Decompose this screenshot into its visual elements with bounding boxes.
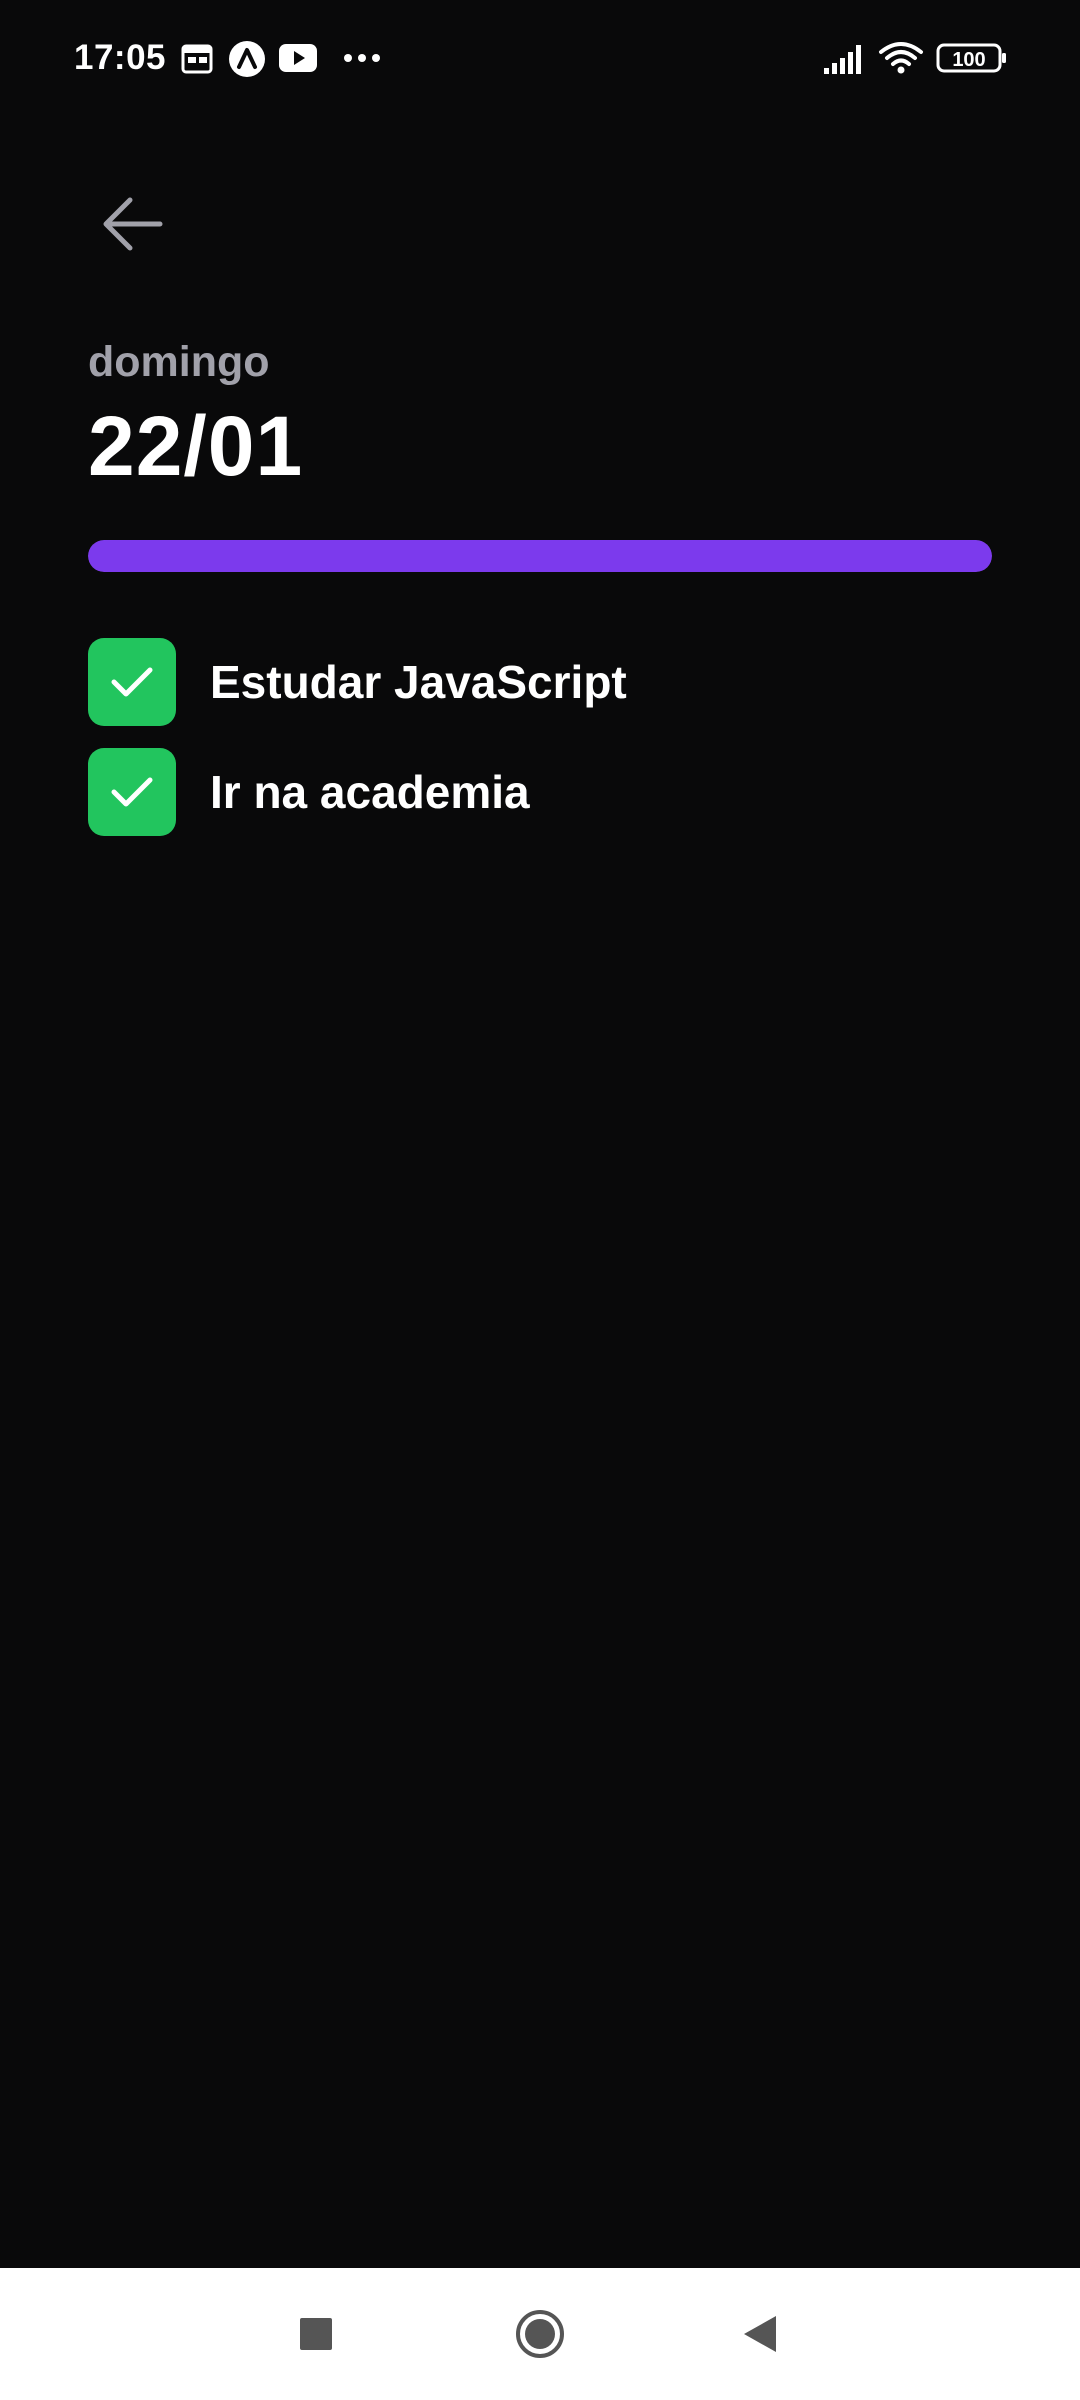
status-time: 17:05 (74, 38, 167, 77)
more-dots-icon (342, 40, 382, 76)
navigation-bar (0, 2268, 1080, 2400)
back-triangle-icon (744, 2316, 776, 2352)
back-button[interactable] (86, 178, 178, 270)
svg-text:100: 100 (952, 49, 985, 71)
recents-button[interactable] (256, 2268, 376, 2400)
app-a-icon (228, 40, 266, 77)
habit-item[interactable]: Ir na academia (88, 748, 992, 836)
habit-checkbox[interactable] (88, 638, 176, 726)
home-icon (516, 2310, 564, 2358)
wifi-icon (878, 40, 924, 76)
youtube-icon (278, 40, 318, 76)
date-title: 22/01 (88, 399, 304, 493)
home-button[interactable] (480, 2268, 600, 2400)
status-bar: 17:05 100 (0, 0, 1080, 118)
weekday-label: domingo (88, 338, 270, 386)
screen: 17:05 100 domingo 22/01 Estudar JavaScri… (0, 0, 1080, 2400)
arrow-left-icon (103, 197, 163, 251)
battery-icon: 100 (936, 40, 1008, 76)
progress-bar (88, 540, 992, 572)
progress-fill (88, 540, 992, 572)
check-icon (111, 667, 153, 697)
habit-checkbox[interactable] (88, 748, 176, 836)
recents-icon (300, 2318, 332, 2350)
nav-back-button[interactable] (700, 2268, 820, 2400)
habit-label: Estudar JavaScript (210, 656, 627, 708)
calendar-icon (180, 40, 214, 76)
habit-list: Estudar JavaScript Ir na academia (88, 638, 992, 858)
habit-label: Ir na academia (210, 766, 530, 818)
signal-icon (822, 40, 866, 76)
check-icon (111, 777, 153, 807)
habit-item[interactable]: Estudar JavaScript (88, 638, 992, 726)
